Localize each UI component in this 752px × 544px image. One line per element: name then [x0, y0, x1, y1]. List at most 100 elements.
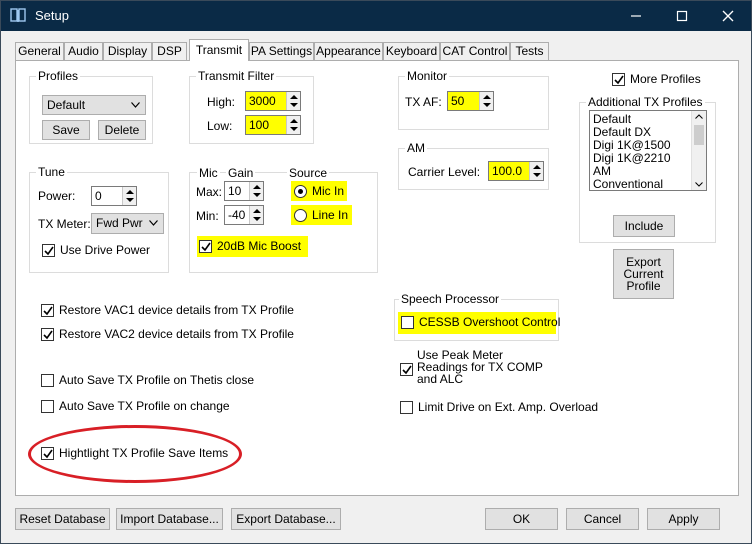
- stepper-arrows[interactable]: [122, 187, 136, 205]
- auto-save-on-close-checkbox[interactable]: Auto Save TX Profile on Thetis close: [41, 373, 261, 389]
- delete-profile-button[interactable]: Delete: [98, 120, 146, 140]
- tune-power-stepper[interactable]: 0: [91, 186, 137, 206]
- auto-save-on-change-checkbox[interactable]: Auto Save TX Profile on change: [41, 399, 241, 415]
- tab-general[interactable]: General: [15, 42, 64, 61]
- title-bar[interactable]: Setup: [1, 1, 751, 31]
- filter-low-value: 100: [249, 118, 270, 132]
- mic-group: Mic Gain Source Max: 10 Min: -40 Mic In …: [189, 166, 378, 273]
- filter-high-value: 3000: [249, 94, 276, 108]
- reset-database-button[interactable]: Reset Database: [15, 508, 110, 530]
- stepper-arrows[interactable]: [286, 116, 300, 134]
- carrier-level-stepper[interactable]: 100.0: [488, 161, 544, 181]
- stepper-arrows[interactable]: [479, 92, 493, 110]
- stepper-arrows[interactable]: [286, 92, 300, 110]
- additional-profiles-list[interactable]: Default Default DX Digi 1K@1500 Digi 1K@…: [589, 110, 707, 191]
- tx-af-label: TX AF:: [405, 95, 442, 109]
- filter-high-label: High:: [207, 95, 236, 109]
- scroll-up-icon[interactable]: [695, 114, 703, 119]
- stepper-arrows[interactable]: [249, 182, 263, 200]
- import-database-button[interactable]: Import Database...: [116, 508, 223, 530]
- scroll-down-icon[interactable]: [695, 182, 703, 187]
- tx-meter-value: Fwd Pwr: [96, 216, 143, 230]
- export-current-profile-button[interactable]: Export Current Profile: [613, 249, 674, 299]
- tx-meter-select[interactable]: Fwd Pwr: [91, 213, 164, 234]
- minimize-button[interactable]: [613, 1, 659, 31]
- tab-keyboard[interactable]: Keyboard: [383, 42, 440, 61]
- tab-pa-settings[interactable]: PA Settings: [249, 42, 314, 61]
- apply-button[interactable]: Apply: [647, 508, 720, 530]
- checkmark-icon: [43, 306, 53, 316]
- mic-max-label: Max:: [196, 185, 223, 199]
- line-in-radio[interactable]: Line In: [294, 208, 350, 224]
- monitor-group: Monitor TX AF: 50: [398, 69, 549, 130]
- filter-high-stepper[interactable]: 3000: [245, 91, 301, 111]
- checkmark-icon: [614, 75, 624, 85]
- source-title: Source: [287, 166, 330, 180]
- mic-in-label: Mic In: [312, 184, 345, 198]
- export-line-3: Profile: [626, 279, 661, 293]
- more-profiles-label: More Profiles: [630, 72, 701, 86]
- tune-title: Tune: [36, 165, 67, 179]
- tune-power-label: Power:: [38, 189, 76, 203]
- tab-transmit[interactable]: Transmit: [189, 39, 249, 61]
- tx-meter-label: TX Meter:: [38, 217, 91, 231]
- mic-min-stepper[interactable]: -40: [224, 205, 264, 225]
- monitor-title: Monitor: [405, 69, 450, 83]
- list-item[interactable]: Conventional: [593, 178, 663, 191]
- tab-dsp[interactable]: DSP: [152, 42, 187, 61]
- cancel-button[interactable]: Cancel: [566, 508, 639, 530]
- tx-af-value: 50: [451, 94, 465, 108]
- export-database-button[interactable]: Export Database...: [231, 508, 341, 530]
- include-button[interactable]: Include: [613, 215, 675, 237]
- use-peak-meter-label: Use Peak Meter Readings for TX COMP and …: [417, 349, 543, 385]
- save-profile-button[interactable]: Save: [42, 120, 90, 140]
- tab-display[interactable]: Display: [103, 42, 152, 61]
- close-button[interactable]: [705, 1, 751, 31]
- restore-vac2-checkbox[interactable]: Restore VAC2 device details from TX Prof…: [41, 327, 301, 343]
- additional-profiles-group: Additional TX Profiles Default Default D…: [579, 95, 716, 243]
- tune-power-value: 0: [95, 189, 102, 203]
- mic-in-radio[interactable]: Mic In: [294, 184, 346, 200]
- stepper-arrows[interactable]: [249, 206, 263, 224]
- tab-tests[interactable]: Tests: [510, 42, 549, 61]
- transmit-filter-group: Transmit Filter High: 3000 Low: 100: [189, 69, 314, 144]
- restore-vac2-label: Restore VAC2 device details from TX Prof…: [59, 327, 294, 341]
- mic-max-value: 10: [228, 184, 242, 198]
- maximize-icon: [676, 10, 688, 22]
- tab-audio[interactable]: Audio: [64, 42, 103, 61]
- line-in-label: Line In: [312, 208, 349, 222]
- mic-max-stepper[interactable]: 10: [224, 181, 264, 201]
- tune-group: Tune Power: 0 TX Meter: Fwd Pwr Use Driv…: [29, 165, 169, 273]
- checkmark-icon: [402, 365, 412, 375]
- scroll-thumb[interactable]: [694, 125, 704, 145]
- profile-select[interactable]: Default: [42, 95, 146, 115]
- stepper-arrows[interactable]: [529, 162, 543, 180]
- speech-processor-group: Speech Processor CESSB Overshoot Control: [394, 292, 560, 341]
- use-peak-meter-checkbox[interactable]: Use Peak Meter Readings for TX COMP and …: [400, 349, 560, 389]
- checkmark-icon: [201, 242, 211, 252]
- list-scrollbar[interactable]: [691, 111, 706, 190]
- use-drive-power-checkbox[interactable]: Use Drive Power: [42, 243, 162, 259]
- cessb-checkbox[interactable]: CESSB Overshoot Control: [401, 315, 560, 331]
- speech-processor-title: Speech Processor: [399, 292, 502, 306]
- restore-vac1-label: Restore VAC1 device details from TX Prof…: [59, 303, 294, 317]
- am-title: AM: [405, 141, 427, 155]
- carrier-level-value: 100.0: [492, 164, 523, 178]
- more-profiles-checkbox[interactable]: More Profiles: [612, 72, 722, 88]
- tab-appearance[interactable]: Appearance: [314, 42, 383, 61]
- tab-cat-control[interactable]: CAT Control: [440, 42, 510, 61]
- minimize-icon: [631, 15, 641, 17]
- mic-boost-checkbox[interactable]: 20dB Mic Boost: [199, 239, 305, 255]
- tx-af-stepper[interactable]: 50: [447, 91, 494, 111]
- maximize-button[interactable]: [659, 1, 705, 31]
- annotation-circle: [28, 425, 242, 483]
- mic-title: Mic: [197, 166, 220, 180]
- ok-button[interactable]: OK: [485, 508, 558, 530]
- profile-select-value: Default: [47, 98, 86, 112]
- app-book-icon: [10, 8, 26, 22]
- filter-low-stepper[interactable]: 100: [245, 115, 301, 135]
- cessb-label: CESSB Overshoot Control: [419, 315, 561, 329]
- mic-boost-label: 20dB Mic Boost: [217, 239, 302, 253]
- restore-vac1-checkbox[interactable]: Restore VAC1 device details from TX Prof…: [41, 303, 301, 319]
- limit-drive-checkbox[interactable]: Limit Drive on Ext. Amp. Overload: [400, 400, 600, 416]
